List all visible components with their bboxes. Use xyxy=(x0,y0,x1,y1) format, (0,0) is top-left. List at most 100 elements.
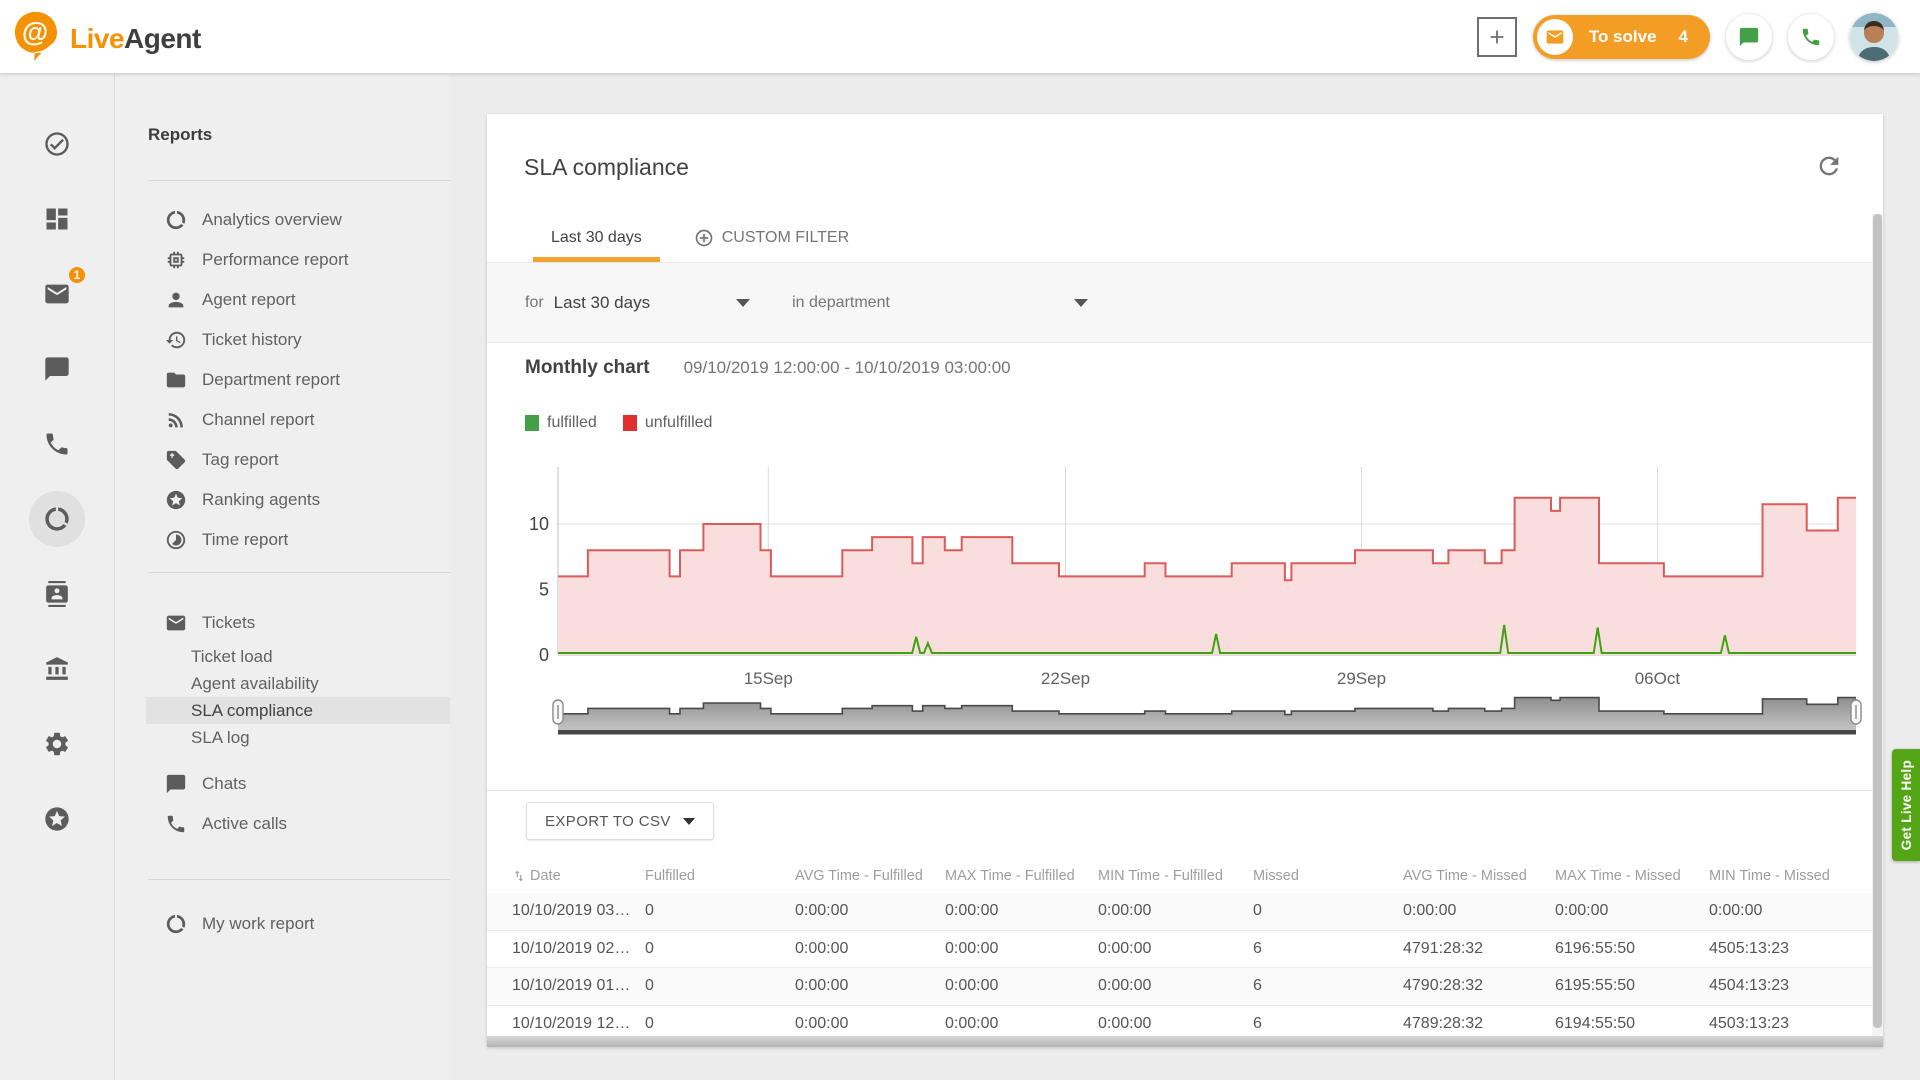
sidebar-item-label: My work report xyxy=(202,914,314,934)
svg-text:10: 10 xyxy=(529,514,549,534)
export-label: EXPORT TO CSV xyxy=(545,813,671,830)
sidebar-item-ticket-history[interactable]: Ticket history xyxy=(146,320,450,360)
table-cell: 10/10/2019 01… xyxy=(512,977,645,995)
sidebar-item-label: SLA compliance xyxy=(191,701,313,721)
table-cell: 4504:13:23 xyxy=(1709,977,1872,995)
chevron-down-icon xyxy=(1074,299,1088,307)
column-header-date[interactable]: Date xyxy=(512,868,645,884)
liveagent-logo[interactable]: @ LiveAgent xyxy=(12,10,201,68)
rail-contacts-icon[interactable] xyxy=(37,574,77,614)
sidebar-item-tag-report[interactable]: Tag report xyxy=(146,440,450,480)
column-header-avg-time-fulfilled[interactable]: AVG Time - Fulfilled xyxy=(795,868,945,884)
table-cell: 0 xyxy=(645,977,795,995)
table-cell: 0 xyxy=(645,940,795,958)
legend-unfulfilled: unfulfilled xyxy=(623,414,713,432)
sidebar-divider xyxy=(148,572,450,573)
vertical-scrollbar-thumb[interactable] xyxy=(1873,214,1882,1028)
rail-chats-icon[interactable] xyxy=(37,349,77,389)
chats-section-icon xyxy=(163,771,189,797)
sidebar-item-ticket-load[interactable]: Ticket load xyxy=(146,643,450,670)
calls-header-button[interactable] xyxy=(1788,14,1834,60)
rail-tasks-icon[interactable] xyxy=(37,124,77,164)
reports-sidebar: Reports Analytics overview Performance r… xyxy=(114,73,450,1080)
table-cell: 0 xyxy=(1253,902,1403,920)
table-cell: 0:00:00 xyxy=(795,902,945,920)
agent-report-icon xyxy=(163,287,189,313)
table-row[interactable]: 10/10/2019 02…00:00:000:00:000:00:006479… xyxy=(487,931,1872,969)
table-cell: 4791:28:32 xyxy=(1403,940,1555,958)
page-title: SLA compliance xyxy=(524,154,689,181)
table-row[interactable]: 10/10/2019 01…00:00:000:00:000:00:006479… xyxy=(487,968,1872,1006)
rail-settings-icon[interactable] xyxy=(37,724,77,764)
table-cell: 0:00:00 xyxy=(795,1015,945,1033)
sidebar-item-agent-availability[interactable]: Agent availability xyxy=(146,670,450,697)
chats-header-button[interactable] xyxy=(1726,14,1772,60)
rail-reports-icon[interactable] xyxy=(37,499,77,539)
add-new-button[interactable] xyxy=(1477,17,1517,57)
table-cell: 0:00:00 xyxy=(945,940,1098,958)
sidebar-item-my-work-report[interactable]: My work report xyxy=(146,904,450,944)
column-header-min-time-fulfilled[interactable]: MIN Time - Fulfilled xyxy=(1098,868,1253,884)
table-cell: 4790:28:32 xyxy=(1403,977,1555,995)
to-solve-label: To solve xyxy=(1589,27,1657,47)
table-cell: 6 xyxy=(1253,940,1403,958)
analytics-overview-icon xyxy=(163,207,189,233)
legend-label: fulfilled xyxy=(547,414,597,432)
column-header-min-time-missed[interactable]: MIN Time - Missed xyxy=(1709,868,1872,884)
date-range-select[interactable]: Last 30 days xyxy=(544,293,750,313)
horizontal-scrollbar[interactable] xyxy=(487,1036,1883,1047)
sidebar-item-channel-report[interactable]: Channel report xyxy=(146,400,450,440)
sidebar-item-agent-report[interactable]: Agent report xyxy=(146,280,450,320)
to-solve-button[interactable]: To solve 4 xyxy=(1533,15,1710,59)
table-row[interactable]: 10/10/2019 03…00:00:000:00:000:00:0000:0… xyxy=(487,893,1872,931)
sidebar-item-label: Ticket history xyxy=(202,330,302,350)
sidebar-item-label: Ranking agents xyxy=(202,490,320,510)
sidebar-item-chats[interactable]: Chats xyxy=(146,764,450,804)
chart-range-brush[interactable] xyxy=(517,687,1867,739)
header-actions: To solve 4 xyxy=(1477,0,1898,73)
department-label: in department xyxy=(792,294,890,312)
sidebar-item-ranking-agents[interactable]: Ranking agents xyxy=(146,480,450,520)
column-header-missed[interactable]: Missed xyxy=(1253,868,1403,884)
column-header-max-time-fulfilled[interactable]: MAX Time - Fulfilled xyxy=(945,868,1098,884)
rail-calls-icon[interactable] xyxy=(37,424,77,464)
tab-last-30-days[interactable]: Last 30 days xyxy=(547,214,646,262)
column-header-avg-time-missed[interactable]: AVG Time - Missed xyxy=(1403,868,1555,884)
table-header-row: DateFulfilledAVG Time - FulfilledMAX Tim… xyxy=(487,859,1872,893)
rail-company-icon[interactable] xyxy=(37,649,77,689)
rail-tickets-icon[interactable]: 1 xyxy=(37,274,77,314)
tab-custom-filter[interactable]: CUSTOM FILTER xyxy=(690,214,853,262)
liveagent-app: @ LiveAgent To solve 4 xyxy=(0,0,1920,1080)
rail-gamification-icon[interactable] xyxy=(37,799,77,839)
sla-table: DateFulfilledAVG Time - FulfilledMAX Tim… xyxy=(487,859,1872,1043)
section-divider xyxy=(487,790,1883,791)
sidebar-item-label: Chats xyxy=(202,774,246,794)
sidebar-item-performance-report[interactable]: Performance report xyxy=(146,240,450,280)
sidebar-item-active-calls[interactable]: Active calls xyxy=(146,804,450,844)
department-select[interactable]: in department xyxy=(750,294,1088,312)
sidebar-item-label: Ticket load xyxy=(191,647,273,667)
sidebar-item-sla-compliance[interactable]: SLA compliance xyxy=(146,697,450,724)
sidebar-item-tickets[interactable]: Tickets xyxy=(146,603,450,643)
table-cell: 0:00:00 xyxy=(1709,902,1872,920)
table-cell: 6196:55:50 xyxy=(1555,940,1709,958)
sidebar-item-sla-log[interactable]: SLA log xyxy=(146,724,450,751)
liveagent-logo-icon: @ xyxy=(12,10,60,68)
export-to-csv-button[interactable]: EXPORT TO CSV xyxy=(526,802,714,840)
get-live-help-button[interactable]: Get Live Help xyxy=(1892,749,1920,861)
sidebar-divider xyxy=(148,879,450,880)
column-header-fulfilled[interactable]: Fulfilled xyxy=(645,868,795,884)
sidebar-item-time-report[interactable]: Time report xyxy=(146,520,450,560)
table-cell: 0 xyxy=(645,902,795,920)
column-header-max-time-missed[interactable]: MAX Time - Missed xyxy=(1555,868,1709,884)
sidebar-item-department-report[interactable]: Department report xyxy=(146,360,450,400)
table-cell: 6195:55:50 xyxy=(1555,977,1709,995)
rail-dashboard-icon[interactable] xyxy=(37,199,77,239)
user-avatar[interactable] xyxy=(1850,13,1898,61)
chart-title: Monthly chart xyxy=(525,357,650,379)
sidebar-item-analytics-overview[interactable]: Analytics overview xyxy=(146,200,450,240)
ticket-history-icon xyxy=(163,327,189,353)
vertical-scrollbar[interactable] xyxy=(1872,214,1883,1047)
chart-period: 09/10/2019 12:00:00 - 10/10/2019 03:00:0… xyxy=(684,358,1011,378)
refresh-icon[interactable] xyxy=(1815,152,1845,182)
